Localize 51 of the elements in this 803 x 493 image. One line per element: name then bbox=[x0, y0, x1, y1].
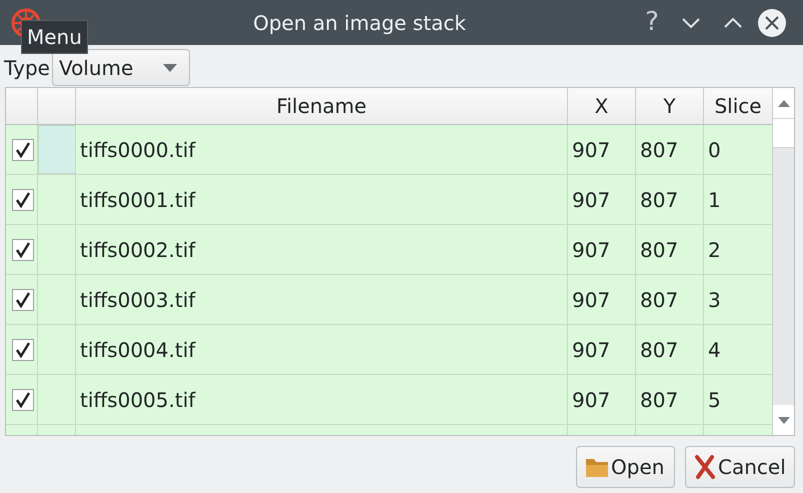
open-button[interactable]: Open bbox=[576, 446, 675, 488]
filename-cell: tiffs0001.tif bbox=[76, 175, 568, 224]
check-icon bbox=[15, 292, 31, 308]
help-button[interactable]: ? bbox=[637, 3, 667, 42]
close-icon[interactable] bbox=[757, 8, 787, 38]
x-cell: 907 bbox=[568, 125, 636, 174]
filename-cell: tiffs0005.tif bbox=[76, 375, 568, 424]
x-cell: 907 bbox=[568, 275, 636, 324]
row-checkbox[interactable] bbox=[12, 138, 34, 160]
type-dropdown[interactable]: Volume bbox=[52, 49, 190, 86]
y-cell: 807 bbox=[636, 325, 704, 374]
column-header[interactable]: X bbox=[568, 88, 636, 124]
x-cell: 907 bbox=[568, 325, 636, 374]
filename-cell: tiffs0003.tif bbox=[76, 275, 568, 324]
row-cell[interactable] bbox=[38, 125, 76, 174]
check-icon bbox=[15, 392, 31, 408]
y-cell: 807 bbox=[636, 375, 704, 424]
check-icon bbox=[15, 342, 31, 358]
tooltip: Menu bbox=[21, 20, 88, 54]
maximize-icon[interactable] bbox=[723, 16, 743, 28]
row-checkbox[interactable] bbox=[12, 188, 34, 210]
cross-icon bbox=[694, 455, 716, 479]
row-checkbox[interactable] bbox=[12, 238, 34, 260]
folder-icon bbox=[585, 456, 609, 478]
column-header[interactable]: Y bbox=[636, 88, 704, 124]
type-label: Type bbox=[4, 54, 50, 82]
x-cell: 907 bbox=[568, 375, 636, 424]
y-cell: 807 bbox=[636, 225, 704, 274]
column-header[interactable]: Filename bbox=[76, 88, 568, 124]
y-cell: 807 bbox=[636, 275, 704, 324]
scroll-thumb[interactable] bbox=[773, 118, 794, 148]
window-title: Open an image stack bbox=[252, 10, 467, 36]
filename-cell: tiffs0000.tif bbox=[76, 125, 568, 174]
check-icon bbox=[15, 192, 31, 208]
minimize-icon[interactable] bbox=[681, 16, 701, 28]
check-icon bbox=[15, 242, 31, 258]
filename-cell: tiffs0004.tif bbox=[76, 325, 568, 374]
scrollbar[interactable] bbox=[772, 88, 794, 435]
row-checkbox[interactable] bbox=[12, 288, 34, 310]
x-cell: 907 bbox=[568, 175, 636, 224]
scroll-up-icon[interactable] bbox=[778, 100, 790, 106]
check-icon bbox=[15, 142, 31, 158]
scroll-down-icon[interactable] bbox=[778, 416, 790, 424]
x-cell: 907 bbox=[568, 225, 636, 274]
cancel-button[interactable]: Cancel bbox=[685, 446, 795, 488]
y-cell: 807 bbox=[636, 125, 704, 174]
row-checkbox[interactable] bbox=[12, 388, 34, 410]
y-cell: 807 bbox=[636, 175, 704, 224]
filename-cell: tiffs0002.tif bbox=[76, 225, 568, 274]
row-checkbox[interactable] bbox=[12, 338, 34, 360]
dropdown-arrow-icon bbox=[162, 64, 177, 72]
